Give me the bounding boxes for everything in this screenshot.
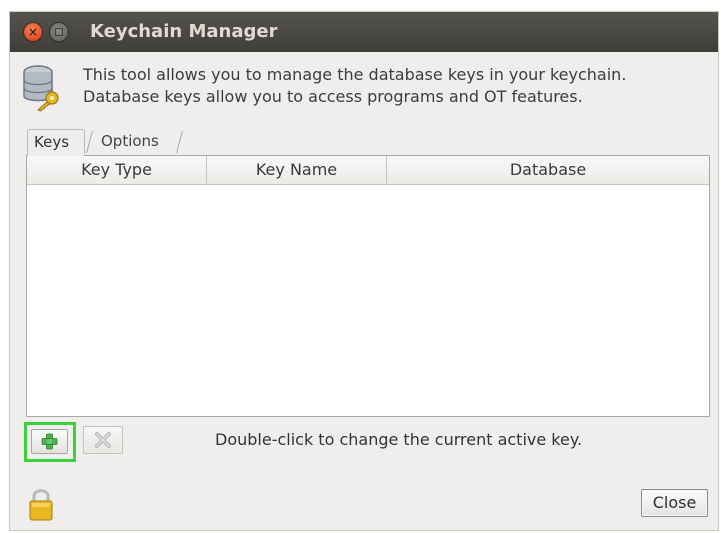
intro-line-1: This tool allows you to manage the datab… [83,65,627,84]
column-header-database[interactable]: Database [387,156,709,184]
close-button[interactable]: Close [641,489,708,517]
remove-key-button[interactable] [83,426,123,454]
intro-text: This tool allows you to manage the datab… [83,64,626,108]
add-key-button[interactable] [31,429,68,454]
active-key-hint: Double-click to change the current activ… [215,430,583,449]
database-key-icon [23,65,59,112]
window-title: Keychain Manager [90,21,278,42]
column-header-key-name[interactable]: Key Name [207,156,387,184]
intro-line-2: Database keys allow you to access progra… [83,87,583,106]
add-key-button-highlight [24,422,76,462]
table-header: Key Type Key Name Database [27,156,709,185]
plus-icon [41,433,58,450]
window-close-button[interactable]: × [24,23,42,41]
keys-table[interactable]: Key Type Key Name Database [26,155,710,417]
tab-options[interactable]: Options [95,129,181,154]
lock-icon[interactable] [28,486,54,522]
tab-divider [86,131,93,153]
x-icon [95,432,111,448]
title-bar[interactable]: × Keychain Manager [10,12,718,52]
keychain-manager-window: × Keychain Manager This tool allows you … [9,11,719,531]
column-header-key-type[interactable]: Key Type [27,156,207,184]
tab-keys[interactable]: Keys [27,129,85,156]
window-minimize-button[interactable] [50,23,68,41]
